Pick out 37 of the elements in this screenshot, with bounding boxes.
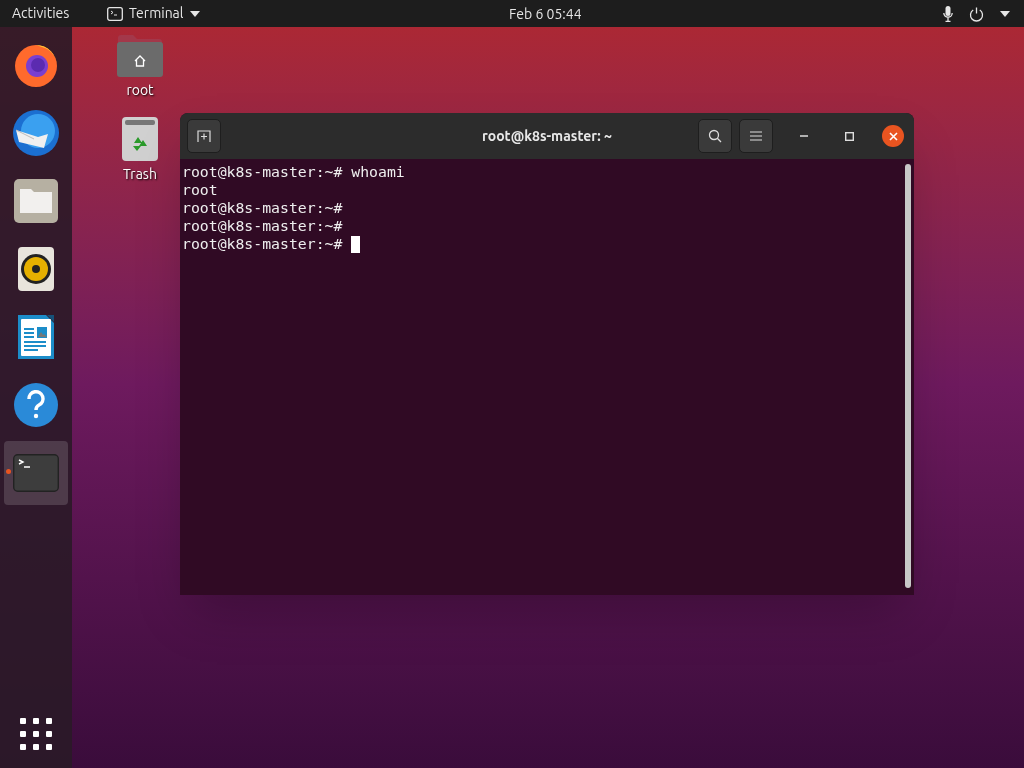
speaker-icon	[17, 246, 55, 292]
terminal-line: root@k8s-master:~# whoami	[182, 163, 405, 181]
terminal-line: root	[182, 181, 218, 199]
terminal-icon	[107, 6, 123, 21]
mail-icon	[11, 108, 61, 158]
document-icon	[17, 314, 55, 360]
new-tab-icon	[197, 130, 211, 142]
microphone-icon[interactable]	[943, 6, 953, 22]
window-title: root@k8s-master: ~	[481, 126, 613, 146]
trash-icon	[121, 116, 159, 162]
new-tab-button[interactable]	[187, 119, 221, 153]
scrollbar[interactable]	[905, 164, 911, 588]
search-button[interactable]	[698, 119, 732, 153]
running-indicator	[6, 469, 11, 474]
minimize-icon	[800, 135, 808, 137]
close-button[interactable]	[882, 125, 904, 147]
terminal-line: root@k8s-master:~#	[182, 235, 344, 253]
power-icon[interactable]	[969, 6, 984, 22]
activities-button[interactable]: Activities	[12, 3, 92, 24]
home-folder-icon	[116, 34, 164, 78]
close-icon	[888, 131, 898, 141]
caret-icon[interactable]	[1000, 11, 1010, 17]
help-icon	[13, 382, 59, 428]
desktop-icon-label[interactable]: Trash	[123, 166, 157, 182]
search-icon	[708, 129, 722, 143]
folder-icon	[13, 178, 59, 224]
desktop-icon-label[interactable]: root	[126, 82, 154, 98]
terminal-line: root@k8s-master:~#	[182, 199, 343, 217]
clock[interactable]: Feb 6 05:44	[509, 4, 582, 25]
menu-icon	[750, 131, 762, 141]
menu-button[interactable]	[739, 119, 773, 153]
terminal-line: root@k8s-master:~#	[182, 217, 343, 235]
maximize-icon	[844, 131, 854, 141]
terminal-icon	[13, 454, 59, 492]
caret-icon	[189, 10, 200, 17]
app-grid-icon[interactable]	[20, 718, 52, 750]
app-menu[interactable]: Terminal	[107, 3, 200, 24]
